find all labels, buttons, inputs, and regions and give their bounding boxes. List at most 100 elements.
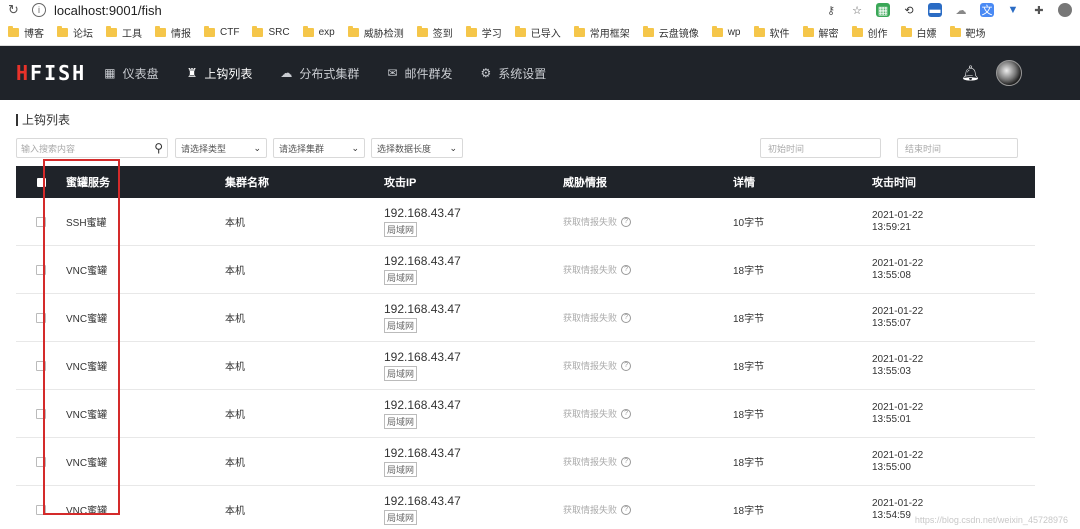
help-icon[interactable]: ? bbox=[621, 504, 632, 515]
table-row[interactable]: VNC蜜罐 本机 192.168.43.47 局域网 获取情报失败? 18字节 2… bbox=[16, 438, 1035, 486]
header-service[interactable]: 蜜罐服务 bbox=[66, 174, 225, 190]
nav-dashboard[interactable]: ▦ 仪表盘 bbox=[104, 46, 158, 100]
chevron-down-icon: ⌄ bbox=[253, 142, 261, 153]
header-detail[interactable]: 详情 bbox=[733, 174, 872, 190]
translate-icon[interactable]: 文 bbox=[980, 3, 994, 17]
type-select[interactable]: 请选择类型 ⌄ bbox=[175, 138, 267, 158]
header-cluster[interactable]: 集群名称 bbox=[225, 174, 384, 190]
bell-icon[interactable]: 🔔︎ bbox=[961, 64, 980, 82]
help-icon[interactable]: ? bbox=[621, 312, 632, 323]
bookmark-folder[interactable]: 白嫖 bbox=[900, 25, 937, 40]
detail-cell[interactable]: 18字节 bbox=[733, 406, 872, 421]
header-time[interactable]: 攻击时间 bbox=[872, 174, 1035, 190]
star-icon[interactable]: ☆ bbox=[850, 3, 864, 17]
ip-address[interactable]: 192.168.43.47 bbox=[384, 254, 563, 268]
detail-cell[interactable]: 18字节 bbox=[733, 358, 872, 373]
cluster-cell: 本机 bbox=[225, 458, 245, 469]
bookmark-folder[interactable]: 已导入 bbox=[514, 25, 561, 40]
bookmark-folder[interactable]: 工具 bbox=[106, 25, 142, 40]
table-row[interactable]: VNC蜜罐 本机 192.168.43.47 局域网 获取情报失败? 18字节 2… bbox=[16, 294, 1035, 342]
length-select[interactable]: 选择数据长度 ⌄ bbox=[371, 138, 463, 158]
row-checkbox[interactable] bbox=[36, 216, 46, 227]
bookmark-folder[interactable]: 云盘镜像 bbox=[642, 25, 699, 40]
avatar[interactable] bbox=[996, 60, 1022, 86]
key-icon[interactable]: ⚷ bbox=[824, 3, 838, 17]
hfish-logo[interactable]: HFISH bbox=[16, 61, 86, 85]
bookmark-folder[interactable]: CTF bbox=[204, 26, 239, 38]
gear-icon: ⚙ bbox=[480, 66, 492, 80]
row-checkbox[interactable] bbox=[36, 456, 46, 467]
row-checkbox[interactable] bbox=[36, 312, 46, 323]
folder-icon bbox=[416, 26, 428, 37]
help-icon[interactable]: ? bbox=[621, 216, 632, 227]
ip-address[interactable]: 192.168.43.47 bbox=[384, 302, 563, 316]
bookmark-folder[interactable]: 创作 bbox=[851, 25, 888, 40]
ip-address[interactable]: 192.168.43.47 bbox=[384, 494, 563, 508]
nav-fish-list[interactable]: ♜ 上钩列表 bbox=[187, 46, 253, 100]
table-row[interactable]: VNC蜜罐 本机 192.168.43.47 局域网 获取情报失败? 18字节 2… bbox=[16, 342, 1035, 390]
bookmark-folder[interactable]: 常用框架 bbox=[573, 25, 630, 40]
bookmark-folder[interactable]: SRC bbox=[252, 26, 290, 38]
bookmark-folder[interactable]: 论坛 bbox=[57, 25, 93, 40]
start-time-input[interactable]: 初始时间 bbox=[760, 138, 881, 158]
row-checkbox[interactable] bbox=[36, 408, 46, 419]
nav-cluster[interactable]: ☁ 分布式集群 bbox=[280, 46, 359, 100]
row-checkbox[interactable] bbox=[36, 360, 46, 371]
ip-address[interactable]: 192.168.43.47 bbox=[384, 350, 563, 364]
ip-address[interactable]: 192.168.43.47 bbox=[384, 446, 563, 460]
detail-cell[interactable]: 18字节 bbox=[733, 310, 872, 325]
help-icon[interactable]: ? bbox=[621, 264, 632, 275]
select-all-checkbox[interactable] bbox=[36, 177, 46, 187]
bookmark-folder[interactable]: 情报 bbox=[155, 25, 191, 40]
header-ip[interactable]: 攻击IP bbox=[384, 174, 563, 190]
help-icon[interactable]: ? bbox=[621, 360, 632, 371]
search-input[interactable]: 输入搜索内容 ⚲ bbox=[16, 138, 168, 158]
table-row[interactable]: VNC蜜罐 本机 192.168.43.47 局域网 获取情报失败? 18字节 2… bbox=[16, 390, 1035, 438]
extension-blue-icon[interactable]: ▬ bbox=[928, 3, 942, 17]
bookmark-folder[interactable]: 威胁检测 bbox=[347, 25, 404, 40]
ip-cell: 192.168.43.47 局域网 bbox=[384, 302, 563, 333]
ip-address[interactable]: 192.168.43.47 bbox=[384, 398, 563, 412]
extension-green-icon[interactable]: ▦ bbox=[876, 3, 890, 17]
detail-cell[interactable]: 10字节 bbox=[733, 214, 872, 229]
nav-settings[interactable]: ⚙ 系统设置 bbox=[480, 46, 546, 100]
row-checkbox[interactable] bbox=[36, 504, 46, 515]
cluster-select[interactable]: 请选择集群 ⌄ bbox=[273, 138, 365, 158]
header-intel[interactable]: 威胁情报 bbox=[563, 174, 733, 190]
ip-tag: 局域网 bbox=[384, 222, 418, 237]
folder-icon bbox=[302, 26, 314, 37]
help-icon[interactable]: ? bbox=[621, 408, 632, 419]
detail-cell[interactable]: 18字节 bbox=[733, 502, 872, 517]
bookmark-folder[interactable]: wp bbox=[711, 26, 741, 38]
table-row[interactable]: VNC蜜罐 本机 192.168.43.47 局域网 获取情报失败? 18字节 2… bbox=[16, 486, 1035, 529]
profile-icon[interactable] bbox=[1058, 3, 1072, 17]
bookmark-folder[interactable]: 解密 bbox=[802, 25, 839, 40]
bookmark-folder[interactable]: exp bbox=[302, 26, 335, 38]
extension-cloud-icon[interactable]: ☁ bbox=[954, 3, 968, 17]
search-icon[interactable]: ⚲ bbox=[154, 141, 163, 155]
chevron-down-icon: ⌄ bbox=[449, 142, 457, 153]
help-icon[interactable]: ? bbox=[621, 456, 632, 467]
bookmark-folder[interactable]: 软件 bbox=[753, 25, 790, 40]
ip-tag: 局域网 bbox=[384, 510, 418, 525]
reload-icon[interactable]: ↻ bbox=[8, 2, 26, 18]
end-time-input[interactable]: 结束时间 bbox=[897, 138, 1018, 158]
bookmark-folder[interactable]: 学习 bbox=[465, 25, 502, 40]
puzzle-icon[interactable]: ✚ bbox=[1032, 3, 1046, 17]
table-row[interactable]: SSH蜜罐 本机 192.168.43.47 局域网 获取情报失败? 10字节 2… bbox=[16, 198, 1035, 246]
url-field[interactable]: localhost:9001/fish bbox=[54, 3, 824, 18]
row-checkbox[interactable] bbox=[36, 264, 46, 275]
nav-mail[interactable]: ✉ 邮件群发 bbox=[387, 46, 452, 100]
extension-v-icon[interactable]: ▼ bbox=[1006, 3, 1020, 17]
ip-address[interactable]: 192.168.43.47 bbox=[384, 206, 563, 220]
site-info-icon[interactable]: i bbox=[32, 3, 46, 17]
detail-cell[interactable]: 18字节 bbox=[733, 454, 872, 469]
time-cell: 2021-01-22 13:55:00 bbox=[872, 449, 924, 473]
bookmark-folder[interactable]: 博客 bbox=[8, 25, 44, 40]
table-row[interactable]: VNC蜜罐 本机 192.168.43.47 局域网 获取情报失败? 18字节 2… bbox=[16, 246, 1035, 294]
folder-icon bbox=[802, 26, 814, 37]
extension-sync-icon[interactable]: ⟲ bbox=[902, 3, 916, 17]
bookmark-folder[interactable]: 靶场 bbox=[949, 25, 986, 40]
detail-cell[interactable]: 18字节 bbox=[733, 262, 872, 277]
bookmark-folder[interactable]: 签到 bbox=[416, 25, 453, 40]
